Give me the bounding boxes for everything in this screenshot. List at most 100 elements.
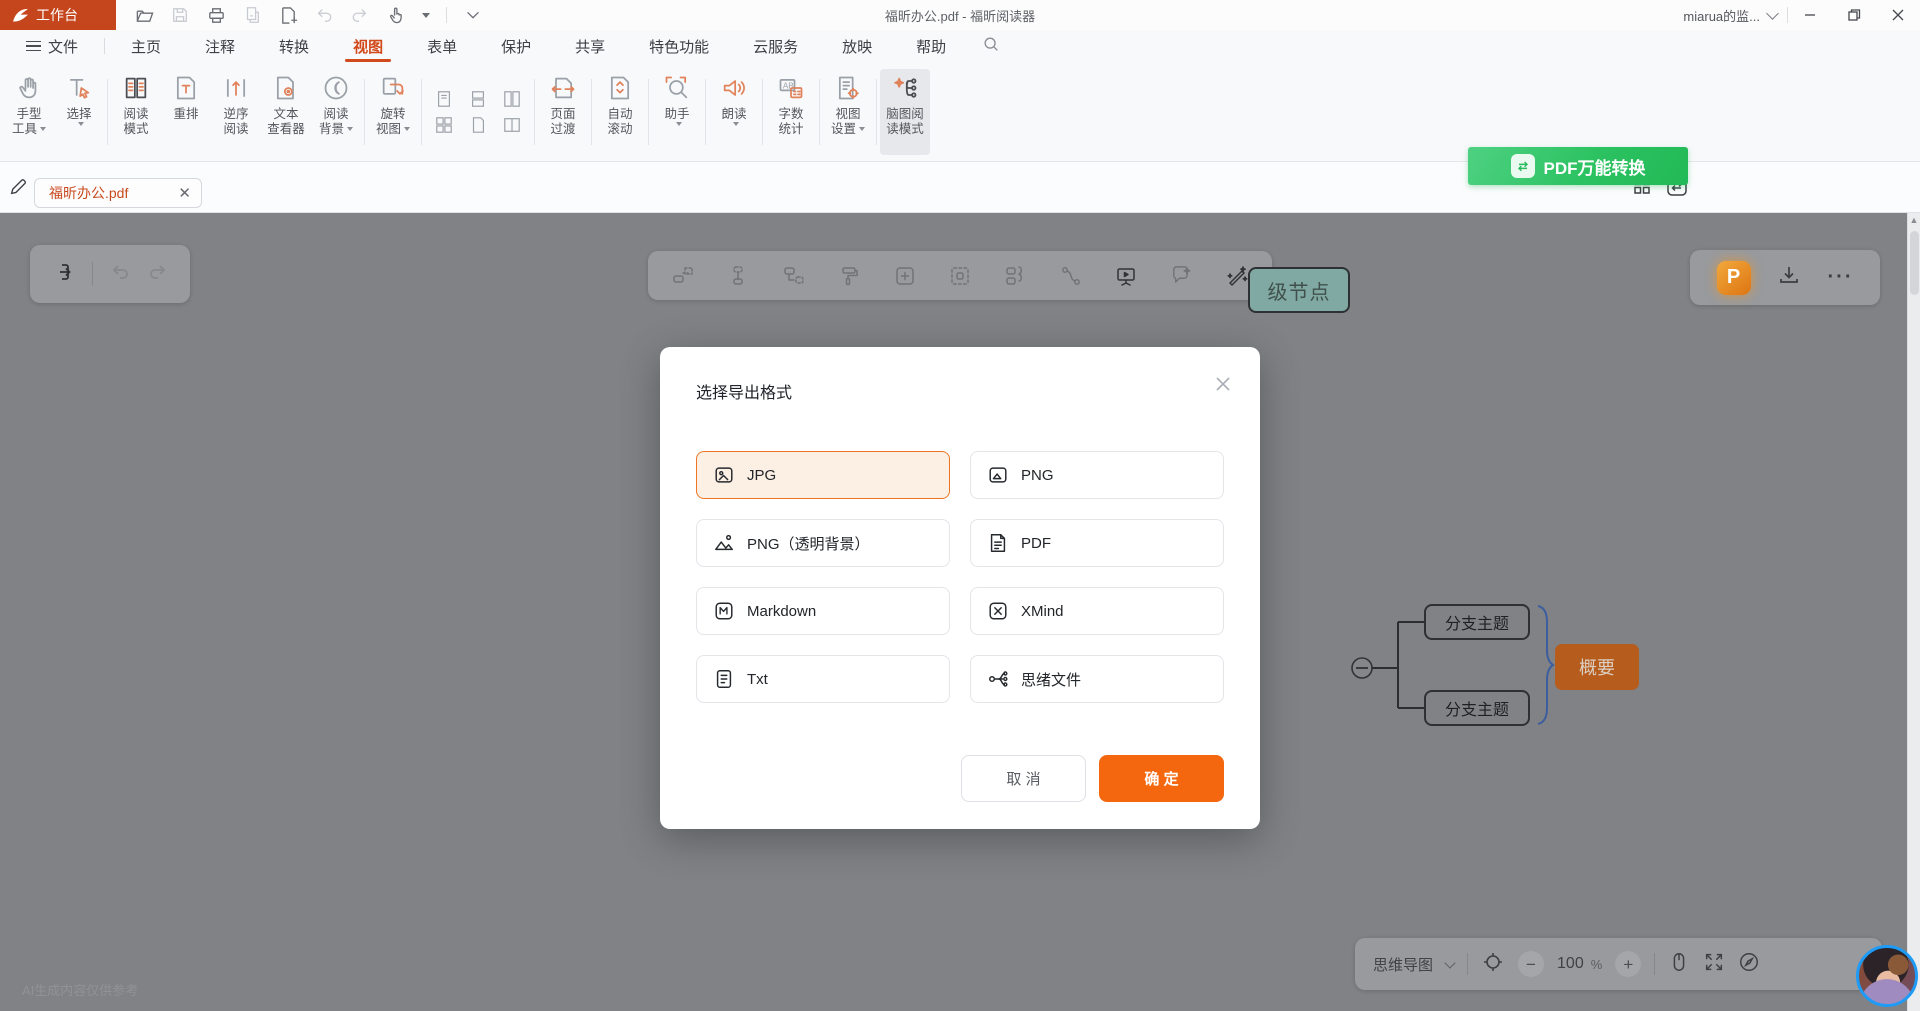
menu-share[interactable]: 共享 bbox=[553, 30, 627, 62]
ribbon-mindmap-mode[interactable]: 脑图阅 读模式 bbox=[880, 69, 930, 155]
option-png[interactable]: PNG bbox=[970, 451, 1224, 499]
ribbon-hand-tool[interactable]: 手型 工具 bbox=[4, 69, 54, 155]
branch-node-1[interactable]: 分支主题 bbox=[1424, 604, 1530, 640]
option-pdf[interactable]: PDF bbox=[970, 519, 1224, 567]
vertical-scrollbar[interactable]: ▲ bbox=[1907, 213, 1920, 1011]
copy-page-icon[interactable] bbox=[242, 5, 262, 25]
ai-magic-wand-icon[interactable] bbox=[1224, 263, 1250, 289]
presentation-icon[interactable] bbox=[1113, 263, 1139, 289]
zoom-in-button[interactable]: + bbox=[1615, 951, 1641, 977]
menu-present[interactable]: 放映 bbox=[820, 30, 894, 62]
mouse-mode-icon[interactable] bbox=[1668, 951, 1690, 978]
fullscreen-icon[interactable] bbox=[1703, 951, 1725, 978]
branch-node-2[interactable]: 分支主题 bbox=[1424, 690, 1530, 726]
option-markdown[interactable]: Markdown bbox=[696, 587, 950, 635]
menu-cloud[interactable]: 云服务 bbox=[731, 30, 820, 62]
menu-help[interactable]: 帮助 bbox=[894, 30, 968, 62]
summary-node[interactable]: 概要 bbox=[1555, 644, 1639, 690]
ribbon-view-settings[interactable]: 视图 设置 bbox=[823, 69, 873, 155]
comment-ai-icon[interactable] bbox=[1169, 263, 1195, 289]
select-area-icon[interactable] bbox=[947, 263, 973, 289]
customize-toolbar-icon[interactable] bbox=[463, 5, 483, 25]
redo-icon[interactable] bbox=[350, 5, 370, 25]
undo-icon[interactable] bbox=[314, 5, 334, 25]
menu-convert[interactable]: 转换 bbox=[257, 30, 331, 62]
view-settings-icon bbox=[834, 69, 862, 107]
assistant-avatar[interactable] bbox=[1856, 945, 1918, 1007]
menu-file[interactable]: 文件 bbox=[26, 30, 100, 62]
cover-mode-icon[interactable] bbox=[469, 116, 487, 134]
menu-view[interactable]: 视图 bbox=[331, 30, 405, 62]
option-xmind[interactable]: XMind bbox=[970, 587, 1224, 635]
locate-center-icon[interactable] bbox=[1481, 950, 1505, 979]
touch-select-icon[interactable] bbox=[386, 5, 406, 25]
option-mind-file[interactable]: 思绪文件 bbox=[970, 655, 1224, 703]
pdf-converter-button[interactable]: PDF万能转换 bbox=[1468, 147, 1688, 185]
ribbon-read-aloud[interactable]: 朗读 bbox=[709, 69, 759, 155]
canvas-redo-icon[interactable] bbox=[147, 261, 169, 288]
more-options-icon[interactable]: ··· bbox=[1828, 266, 1854, 289]
menu-comment[interactable]: 注释 bbox=[183, 30, 257, 62]
restore-button[interactable] bbox=[1832, 0, 1876, 30]
canvas-undo-icon[interactable] bbox=[109, 261, 131, 288]
close-button[interactable] bbox=[1876, 0, 1920, 30]
menu-form[interactable]: 表单 bbox=[405, 30, 479, 62]
menu-home[interactable]: 主页 bbox=[109, 30, 183, 62]
option-txt[interactable]: Txt bbox=[696, 655, 950, 703]
continuous-page-icon[interactable] bbox=[469, 90, 487, 108]
scrollbar-thumb[interactable] bbox=[1910, 231, 1919, 295]
cancel-button[interactable]: 取 消 bbox=[961, 755, 1086, 802]
summary-bracket-icon[interactable] bbox=[1002, 263, 1028, 289]
ribbon-auto-scroll[interactable]: 自动 滚动 bbox=[595, 69, 645, 155]
mindmap-app-logo[interactable]: P bbox=[1717, 261, 1751, 295]
save-icon[interactable] bbox=[170, 5, 190, 25]
tab-close-icon[interactable]: ✕ bbox=[178, 186, 191, 201]
share-compass-icon[interactable] bbox=[1738, 951, 1760, 978]
root-node[interactable]: 级节点 bbox=[1248, 267, 1350, 313]
diagram-mode-label[interactable]: 思维导图 bbox=[1373, 954, 1433, 975]
ribbon-read-mode[interactable]: 阅读 模式 bbox=[111, 69, 161, 155]
facing-page-icon[interactable] bbox=[503, 90, 521, 108]
mindmap-canvas[interactable]: P ··· 级节点 分支主题 分支主题 概要 思维导图 − 100 % + bbox=[0, 213, 1920, 1011]
ribbon-page-transition[interactable]: 页面 过渡 bbox=[538, 69, 588, 155]
exit-mindmap-icon[interactable] bbox=[52, 260, 76, 289]
option-jpg[interactable]: JPG bbox=[696, 451, 950, 499]
facing-continuous-icon[interactable] bbox=[435, 116, 453, 134]
zoom-out-button[interactable]: − bbox=[1518, 951, 1544, 977]
document-tab[interactable]: 福昕办公.pdf ✕ bbox=[34, 178, 202, 208]
mode-dropdown-icon[interactable] bbox=[1444, 957, 1455, 968]
ribbon-read-background[interactable]: 阅读 背景 bbox=[311, 69, 361, 155]
zoom-unit: % bbox=[1591, 957, 1603, 972]
ribbon-reflow[interactable]: 重排 bbox=[161, 69, 211, 155]
minimize-button[interactable] bbox=[1788, 0, 1832, 30]
menu-features[interactable]: 特色功能 bbox=[627, 30, 731, 62]
insert-parent-node-icon[interactable] bbox=[670, 263, 696, 289]
format-painter-icon[interactable] bbox=[836, 263, 862, 289]
print-icon[interactable] bbox=[206, 5, 226, 25]
search-icon[interactable] bbox=[982, 35, 1000, 58]
open-file-icon[interactable] bbox=[134, 5, 154, 25]
insert-sibling-node-icon[interactable] bbox=[725, 263, 751, 289]
edit-pencil-icon[interactable] bbox=[8, 177, 28, 202]
ribbon-text-viewer[interactable]: 文本 查看器 bbox=[261, 69, 311, 155]
menu-protect[interactable]: 保护 bbox=[479, 30, 553, 62]
ribbon-word-count[interactable]: AB 字数 统计 bbox=[766, 69, 816, 155]
ribbon-reverse-read[interactable]: 逆序 阅读 bbox=[211, 69, 261, 155]
insert-topic-icon[interactable] bbox=[892, 263, 918, 289]
single-page-icon[interactable] bbox=[435, 90, 453, 108]
ribbon-select-tool[interactable]: 选择 bbox=[54, 69, 104, 155]
workspace-button[interactable]: 工作台 bbox=[0, 0, 116, 30]
confirm-button[interactable]: 确 定 bbox=[1099, 755, 1224, 802]
relation-line-icon[interactable] bbox=[1058, 263, 1084, 289]
option-png-transparent[interactable]: PNG（透明背景） bbox=[696, 519, 950, 567]
ribbon-assistant[interactable]: 助手 bbox=[652, 69, 702, 155]
split-view-icon[interactable] bbox=[503, 116, 521, 134]
download-icon[interactable] bbox=[1777, 263, 1801, 292]
user-account-menu[interactable]: miarua的监... bbox=[1673, 6, 1787, 25]
insert-child-node-icon[interactable] bbox=[781, 263, 807, 289]
ribbon-rotate-view[interactable]: 旋转 视图 bbox=[368, 69, 418, 155]
touch-select-dropdown[interactable] bbox=[422, 13, 430, 18]
dialog-close-icon[interactable] bbox=[1212, 373, 1234, 395]
new-document-icon[interactable] bbox=[278, 5, 298, 25]
scroll-up-icon[interactable]: ▲ bbox=[1908, 213, 1920, 227]
